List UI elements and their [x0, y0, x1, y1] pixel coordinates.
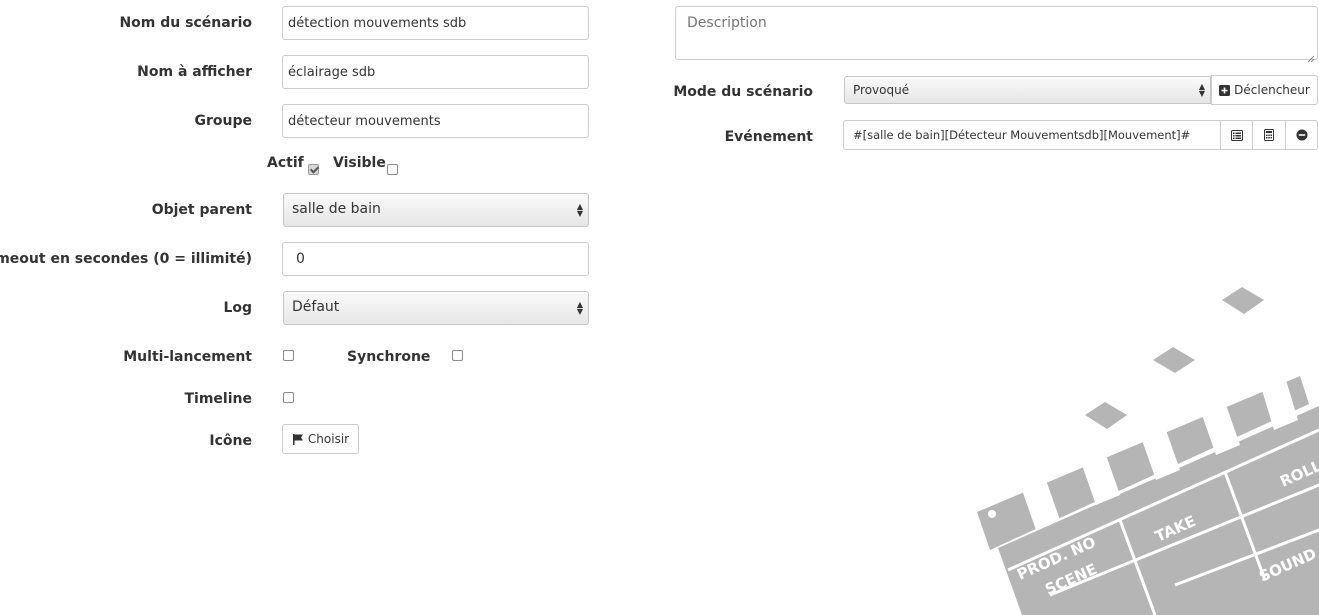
list-button[interactable]	[1220, 120, 1253, 150]
log-label: Log	[223, 300, 252, 316]
log-select[interactable]: Défaut ▲ ▼	[283, 291, 589, 325]
active-label: Actif	[267, 155, 304, 171]
icon-label: Icône	[209, 433, 252, 449]
remove-event-button[interactable]	[1285, 120, 1318, 150]
choose-icon-button[interactable]: Choisir	[282, 424, 359, 454]
synchronous-checkbox[interactable]	[452, 350, 463, 361]
calculator-button[interactable]	[1252, 120, 1286, 150]
multi-launch-label: Multi-lancement	[123, 349, 252, 365]
visible-label: Visible	[333, 155, 386, 171]
description-textarea[interactable]	[675, 6, 1318, 60]
timeout-input[interactable]	[282, 242, 589, 276]
scenario-name-input[interactable]	[282, 6, 589, 40]
parent-object-select[interactable]: salle de bain ▲ ▼	[283, 193, 589, 227]
display-name-input[interactable]	[282, 55, 589, 89]
scenario-mode-select[interactable]: Provoqué ▲ ▼	[844, 76, 1211, 104]
group-label: Groupe	[194, 113, 253, 129]
select-arrows-icon: ▲ ▼	[1198, 82, 1205, 98]
add-trigger-label: Déclencheur	[1234, 83, 1310, 97]
event-label: Evénement	[724, 129, 813, 145]
choose-icon-label: Choisir	[307, 432, 350, 446]
log-value: Défaut	[292, 299, 340, 315]
timeout-label: Timeout en secondes (0 = illimité)	[0, 251, 252, 267]
scenario-name-label: Nom du scénario	[119, 15, 252, 31]
active-checkbox[interactable]	[308, 164, 319, 175]
textarea-resize-handle-icon[interactable]	[1306, 48, 1315, 63]
flag-icon	[292, 434, 303, 445]
timeline-label: Timeline	[184, 391, 253, 407]
minus-circle-icon	[1296, 129, 1307, 141]
scenario-mode-value: Provoqué	[853, 83, 910, 97]
synchronous-label: Synchrone	[347, 349, 431, 365]
timeline-checkbox[interactable]	[283, 392, 294, 403]
plus-square-icon	[1219, 84, 1231, 96]
calculator-icon	[1264, 129, 1274, 141]
select-arrows-icon: ▲ ▼	[576, 300, 583, 316]
parent-object-label: Objet parent	[151, 202, 252, 218]
add-trigger-button[interactable]: Déclencheur	[1211, 75, 1318, 105]
group-input[interactable]	[282, 104, 589, 138]
scenario-mode-label: Mode du scénario	[673, 84, 813, 100]
display-name-label: Nom à afficher	[137, 64, 252, 80]
list-icon	[1230, 129, 1243, 141]
event-input[interactable]	[843, 120, 1221, 150]
visible-checkbox[interactable]	[387, 164, 398, 175]
parent-object-value: salle de bain	[292, 201, 381, 217]
scenario-general-panel: Nom du scénario Nom à afficher Groupe Ac…	[0, 0, 1319, 615]
multi-launch-checkbox[interactable]	[283, 350, 294, 361]
clapperboard-icon: PROD. NO SCENE TAKE ROLL SOUND	[977, 287, 1319, 615]
select-arrows-icon: ▲ ▼	[576, 202, 583, 218]
